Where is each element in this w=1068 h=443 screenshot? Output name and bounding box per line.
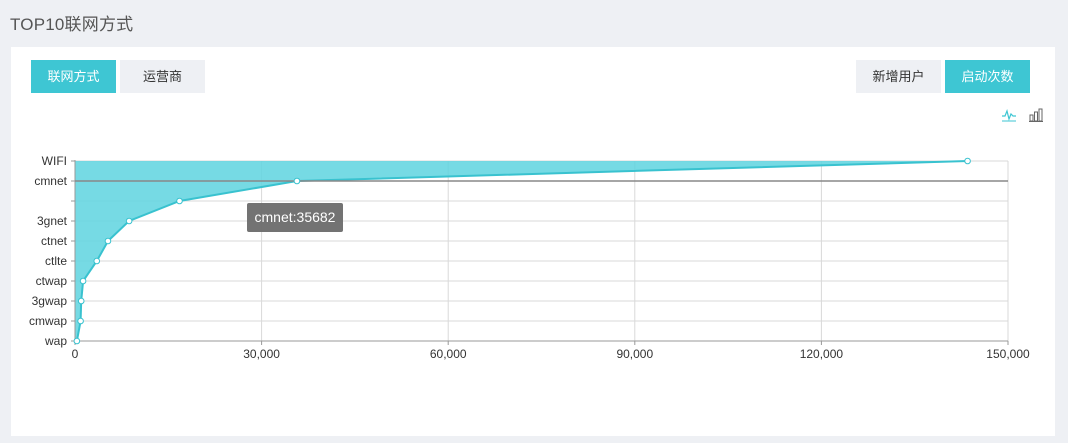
- tab-launch-count[interactable]: 启动次数: [945, 60, 1030, 93]
- tab-carrier[interactable]: 运营商: [120, 60, 205, 93]
- line-chart-icon[interactable]: [1001, 107, 1017, 123]
- page-title: TOP10联网方式: [10, 15, 134, 34]
- chart-card: 联网方式 运营商 新增用户 启动次数: [11, 47, 1055, 436]
- tab-network-type[interactable]: 联网方式: [31, 60, 116, 93]
- tab-new-users[interactable]: 新增用户: [856, 60, 941, 93]
- bar-chart-icon[interactable]: [1028, 107, 1044, 123]
